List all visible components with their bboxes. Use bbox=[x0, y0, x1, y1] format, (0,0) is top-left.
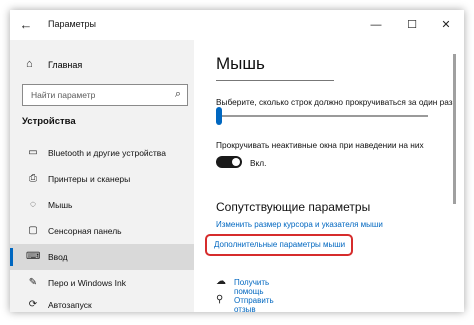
sidebar-item-label: Перо и Windows Ink bbox=[48, 278, 126, 288]
search-input[interactable]: Найти параметр ⌕ bbox=[22, 84, 188, 106]
sidebar: ⌂ Главная Найти параметр ⌕ Устройства ▭ … bbox=[10, 40, 194, 312]
sidebar-item-input[interactable]: ⌨ Ввод bbox=[10, 244, 194, 270]
sidebar-item-touchpad[interactable]: ▢ Сенсорная панель bbox=[10, 218, 194, 244]
scroll-lines-slider[interactable] bbox=[218, 115, 428, 117]
printer-icon: ⎙ bbox=[29, 173, 37, 184]
additional-mouse-settings-link[interactable]: Дополнительные параметры мыши bbox=[214, 240, 345, 249]
scrollbar-thumb[interactable] bbox=[453, 54, 456, 204]
cursor-size-link[interactable]: Изменить размер курсора и указателя мыши bbox=[216, 220, 383, 229]
pen-icon: ✎ bbox=[28, 277, 38, 288]
toggle-state-text: Вкл. bbox=[250, 158, 267, 168]
settings-window: ← Параметры — ☐ ✕ ⌂ Главная Найти параме… bbox=[10, 10, 464, 312]
autoplay-icon: ⟳ bbox=[28, 299, 38, 310]
scroll-lines-label: Выберите, сколько строк должно прокручив… bbox=[216, 97, 453, 107]
keyboard-icon: ⌨ bbox=[26, 251, 41, 262]
search-placeholder: Найти параметр bbox=[31, 90, 96, 100]
title-bar: ← Параметры — ☐ ✕ bbox=[10, 10, 464, 40]
scrollbar[interactable] bbox=[453, 40, 456, 220]
get-help-label: Получить помощь bbox=[234, 278, 270, 296]
sidebar-item-label: Ввод bbox=[48, 252, 68, 262]
send-feedback-label: Отправить отзыв bbox=[234, 296, 274, 312]
main-content: Мышь Выберите, сколько строк должно прок… bbox=[194, 40, 464, 312]
search-icon[interactable]: ⌕ bbox=[175, 88, 181, 101]
sidebar-item-autoplay[interactable]: ⟳ Автозапуск bbox=[10, 292, 194, 312]
toggle-knob bbox=[232, 158, 240, 166]
inactive-scroll-toggle[interactable] bbox=[216, 156, 242, 168]
back-arrow-icon[interactable]: ← bbox=[18, 17, 34, 33]
title-underline bbox=[216, 80, 334, 81]
related-settings-heading: Сопутствующие параметры bbox=[216, 200, 371, 214]
help-chat-icon: ☁ bbox=[216, 276, 226, 287]
sidebar-item-label: Мышь bbox=[48, 200, 73, 210]
sidebar-item-printers[interactable]: ⎙ Принтеры и сканеры bbox=[10, 166, 194, 192]
sidebar-item-label: Принтеры и сканеры bbox=[48, 174, 131, 184]
bluetooth-icon: ▭ bbox=[28, 147, 38, 158]
slider-thumb[interactable] bbox=[216, 107, 222, 125]
home-icon: ⌂ bbox=[26, 58, 33, 70]
sidebar-item-bluetooth[interactable]: ▭ Bluetooth и другие устройства bbox=[10, 140, 194, 166]
feedback-person-icon: ⚲ bbox=[216, 294, 224, 305]
touchpad-icon: ▢ bbox=[28, 225, 38, 236]
sidebar-item-label: Сенсорная панель bbox=[48, 226, 122, 236]
close-button[interactable]: ✕ bbox=[430, 10, 462, 40]
window-title: Параметры bbox=[48, 19, 96, 29]
sidebar-item-home[interactable]: ⌂ Главная bbox=[10, 54, 194, 78]
sidebar-item-mouse[interactable]: ◌ Мышь bbox=[10, 192, 194, 218]
maximize-button[interactable]: ☐ bbox=[396, 10, 428, 40]
mouse-icon: ◌ bbox=[30, 199, 36, 210]
minimize-button[interactable]: — bbox=[360, 10, 392, 40]
sidebar-item-label: Bluetooth и другие устройства bbox=[48, 148, 166, 158]
page-title: Мышь bbox=[216, 54, 265, 73]
sidebar-item-label: Автозапуск bbox=[48, 300, 92, 310]
sidebar-item-label: Главная bbox=[48, 60, 83, 70]
inactive-scroll-label: Прокручивать неактивные окна при наведен… bbox=[216, 140, 424, 150]
sidebar-section-title: Устройства bbox=[22, 116, 76, 127]
